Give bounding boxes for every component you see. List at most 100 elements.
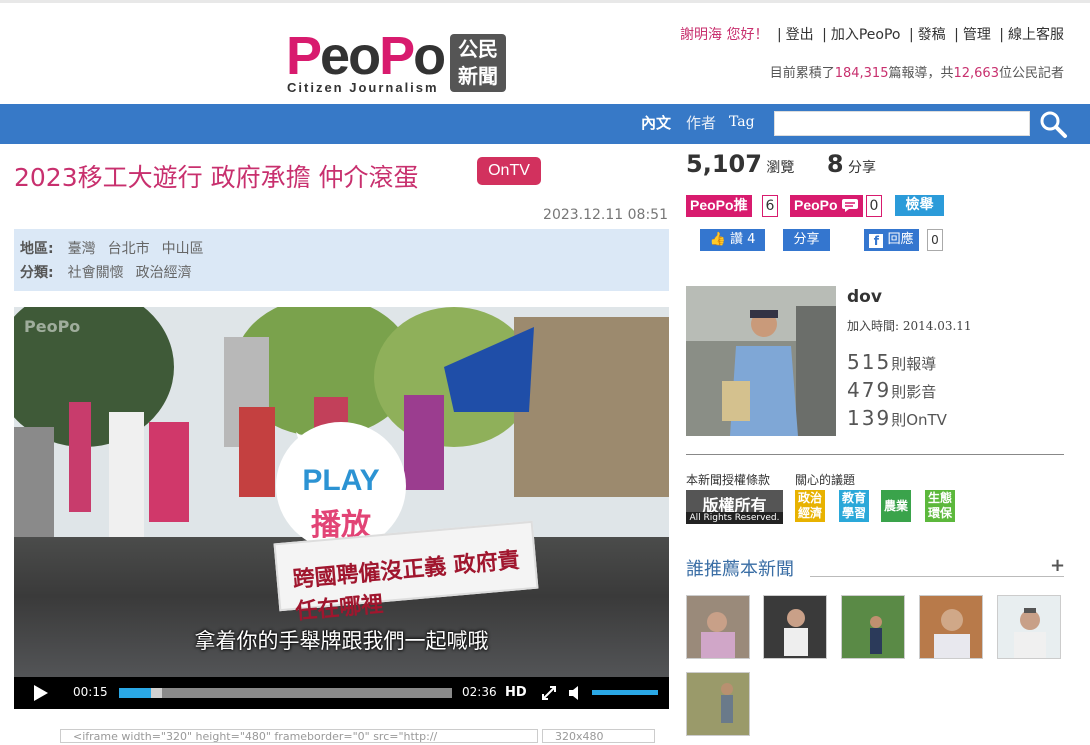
embed-size-field[interactable]: 320x480 — [542, 729, 655, 743]
video-controls: 00:15 02:36 HD — [14, 677, 669, 709]
tab-tag[interactable]: Tag — [729, 114, 755, 130]
recommender-photo — [687, 596, 749, 658]
greeting-link[interactable]: 謝明海 您好！ — [680, 27, 768, 43]
logout-link[interactable]: 登出 — [786, 27, 814, 43]
logo-box-line2: 新聞 — [458, 64, 498, 88]
push-count: 6 — [762, 195, 778, 217]
view-label: 瀏覽 — [766, 160, 795, 176]
search-icon[interactable] — [1038, 109, 1068, 139]
author-joined: 加入時間: 2014.03.11 — [847, 319, 972, 333]
license-title: 本新聞授權條款 — [686, 473, 771, 487]
push-button[interactable]: PeoPo推 — [686, 195, 752, 217]
recommender-photo — [998, 596, 1060, 658]
topic-agriculture[interactable]: 農業 — [881, 490, 911, 522]
article-meta: 地區: 臺灣 台北市 中山區 分類: 社會關懷 政治經濟 — [14, 229, 669, 291]
recommend-title: 誰推薦本新聞 — [686, 559, 794, 580]
category-tag[interactable]: 政治經濟 — [136, 265, 192, 281]
topic-ecology[interactable]: 生態 環保 — [925, 490, 955, 522]
duration: 02:36 — [462, 685, 497, 699]
view-stats: 5,107 瀏覽 8 分享 — [686, 150, 876, 178]
topic-label: 農業 — [883, 499, 908, 513]
category-tag[interactable]: 社會關懷 — [68, 265, 124, 281]
location-tag[interactable]: 台北市 — [108, 241, 150, 257]
join-link[interactable]: 加入PeoPo — [831, 27, 901, 43]
topic-label: 生態 環保 — [927, 491, 952, 520]
ontv-count: 139 — [847, 406, 892, 430]
recommender-avatar[interactable] — [841, 595, 905, 659]
comment-icon — [842, 199, 859, 212]
play-icon[interactable] — [34, 685, 48, 701]
progress-fill — [119, 688, 151, 698]
search-input[interactable] — [774, 111, 1030, 136]
fb-comment-count: 0 — [927, 229, 943, 251]
fb-share-button[interactable]: 分享 — [783, 229, 830, 251]
tab-author[interactable]: 作者 — [686, 112, 716, 133]
ontv-label: 則OnTV — [891, 411, 947, 429]
support-link[interactable]: 線上客服 — [1008, 27, 1064, 43]
copyright-badge[interactable]: 版權所有 All Rights Reserved. — [686, 490, 783, 524]
logo-box-line1: 公民 — [458, 37, 498, 61]
videos-count: 479 — [847, 378, 892, 402]
location-tag[interactable]: 中山區 — [162, 241, 204, 257]
manage-link[interactable]: 管理 — [963, 27, 991, 43]
tab-content[interactable]: 內文 — [641, 112, 671, 133]
comment-count: 0 — [866, 195, 882, 217]
topic-education[interactable]: 教育 學習 — [839, 490, 869, 522]
recommender-avatar[interactable] — [686, 595, 750, 659]
logo-box: 公民 新聞 — [450, 34, 506, 92]
fb-comment-button[interactable]: f 回應 — [864, 229, 919, 251]
share-count: 8 — [826, 150, 844, 178]
fullscreen-icon[interactable] — [541, 685, 557, 701]
play-label-en: PLAY — [302, 464, 380, 497]
category-row: 分類: 社會關懷 政治經濟 — [20, 261, 663, 285]
video-watermark: PeoPo — [24, 317, 81, 336]
logo-subtitle: Citizen Journalism — [287, 80, 439, 95]
view-count: 5,107 — [686, 150, 762, 178]
volume-icon[interactable] — [567, 685, 583, 701]
volume-slider[interactable] — [592, 690, 658, 695]
site-stats: 目前累積了184,315篇報導，共12,663位公民記者 — [770, 62, 1064, 81]
stats-mid: 篇報導，共 — [888, 66, 954, 81]
reports-count: 515 — [847, 350, 892, 374]
recommender-avatar[interactable] — [997, 595, 1061, 659]
topic-label: 政治 經濟 — [797, 491, 822, 520]
fb-comment-label: 回應 — [887, 232, 914, 247]
stats-suffix: 位公民記者 — [998, 66, 1064, 81]
recommender-photo — [842, 596, 904, 658]
thumbs-up-icon: 👍 — [709, 232, 726, 247]
recommender-photo — [764, 596, 826, 658]
ontv-badge: OnTV — [477, 157, 541, 185]
embed-code-field[interactable]: <iframe width="320" height="480" framebo… — [60, 729, 538, 743]
stats-prefix: 目前累積了 — [769, 66, 835, 81]
logo-wordmark: PeoPo — [286, 26, 446, 86]
comment-button[interactable]: PeoPo — [790, 195, 864, 217]
author-name[interactable]: dov — [847, 287, 882, 307]
author-reports: 515則報導 — [847, 350, 936, 374]
location-tag[interactable]: 臺灣 — [68, 241, 96, 257]
report-button[interactable]: 檢舉 — [895, 195, 944, 216]
video-player[interactable]: PeoPo PLAY 播放 跨國聘僱沒正義 政府責任在哪裡 拿着你的手舉牌跟我們… — [14, 307, 669, 709]
peopo-logo[interactable]: PeoPo 公民 新聞 Citizen Journalism — [286, 26, 511, 98]
recommender-avatar[interactable] — [919, 595, 983, 659]
progress-bar[interactable] — [119, 688, 452, 698]
share-label: 分享 — [847, 160, 876, 176]
comment-label: PeoPo — [794, 197, 838, 213]
topic-politics-economy[interactable]: 政治 經濟 — [795, 490, 825, 522]
author-videos: 479則影音 — [847, 378, 936, 402]
hd-button[interactable]: HD — [505, 685, 527, 700]
topics-title: 關心的議題 — [795, 473, 856, 487]
recommender-photo — [687, 673, 749, 735]
location-label: 地區: — [20, 241, 54, 257]
like-button[interactable]: 👍 讚 4 — [700, 229, 765, 251]
recommend-more-button[interactable]: + — [1050, 555, 1065, 576]
post-link[interactable]: 發稿 — [918, 27, 946, 43]
recommend-divider — [810, 576, 1064, 577]
recommender-avatar[interactable] — [763, 595, 827, 659]
location-row: 地區: 臺灣 台北市 中山區 — [20, 237, 663, 261]
recommender-avatar[interactable] — [686, 672, 750, 736]
author-avatar[interactable] — [686, 286, 836, 436]
article-title: 2023移工大遊行 政府承擔 仲介滾蛋 — [14, 163, 419, 192]
top-border — [0, 0, 1090, 3]
author-photo-image — [686, 286, 836, 436]
video-subtitle: 拿着你的手舉牌跟我們一起喊哦 — [194, 629, 489, 653]
